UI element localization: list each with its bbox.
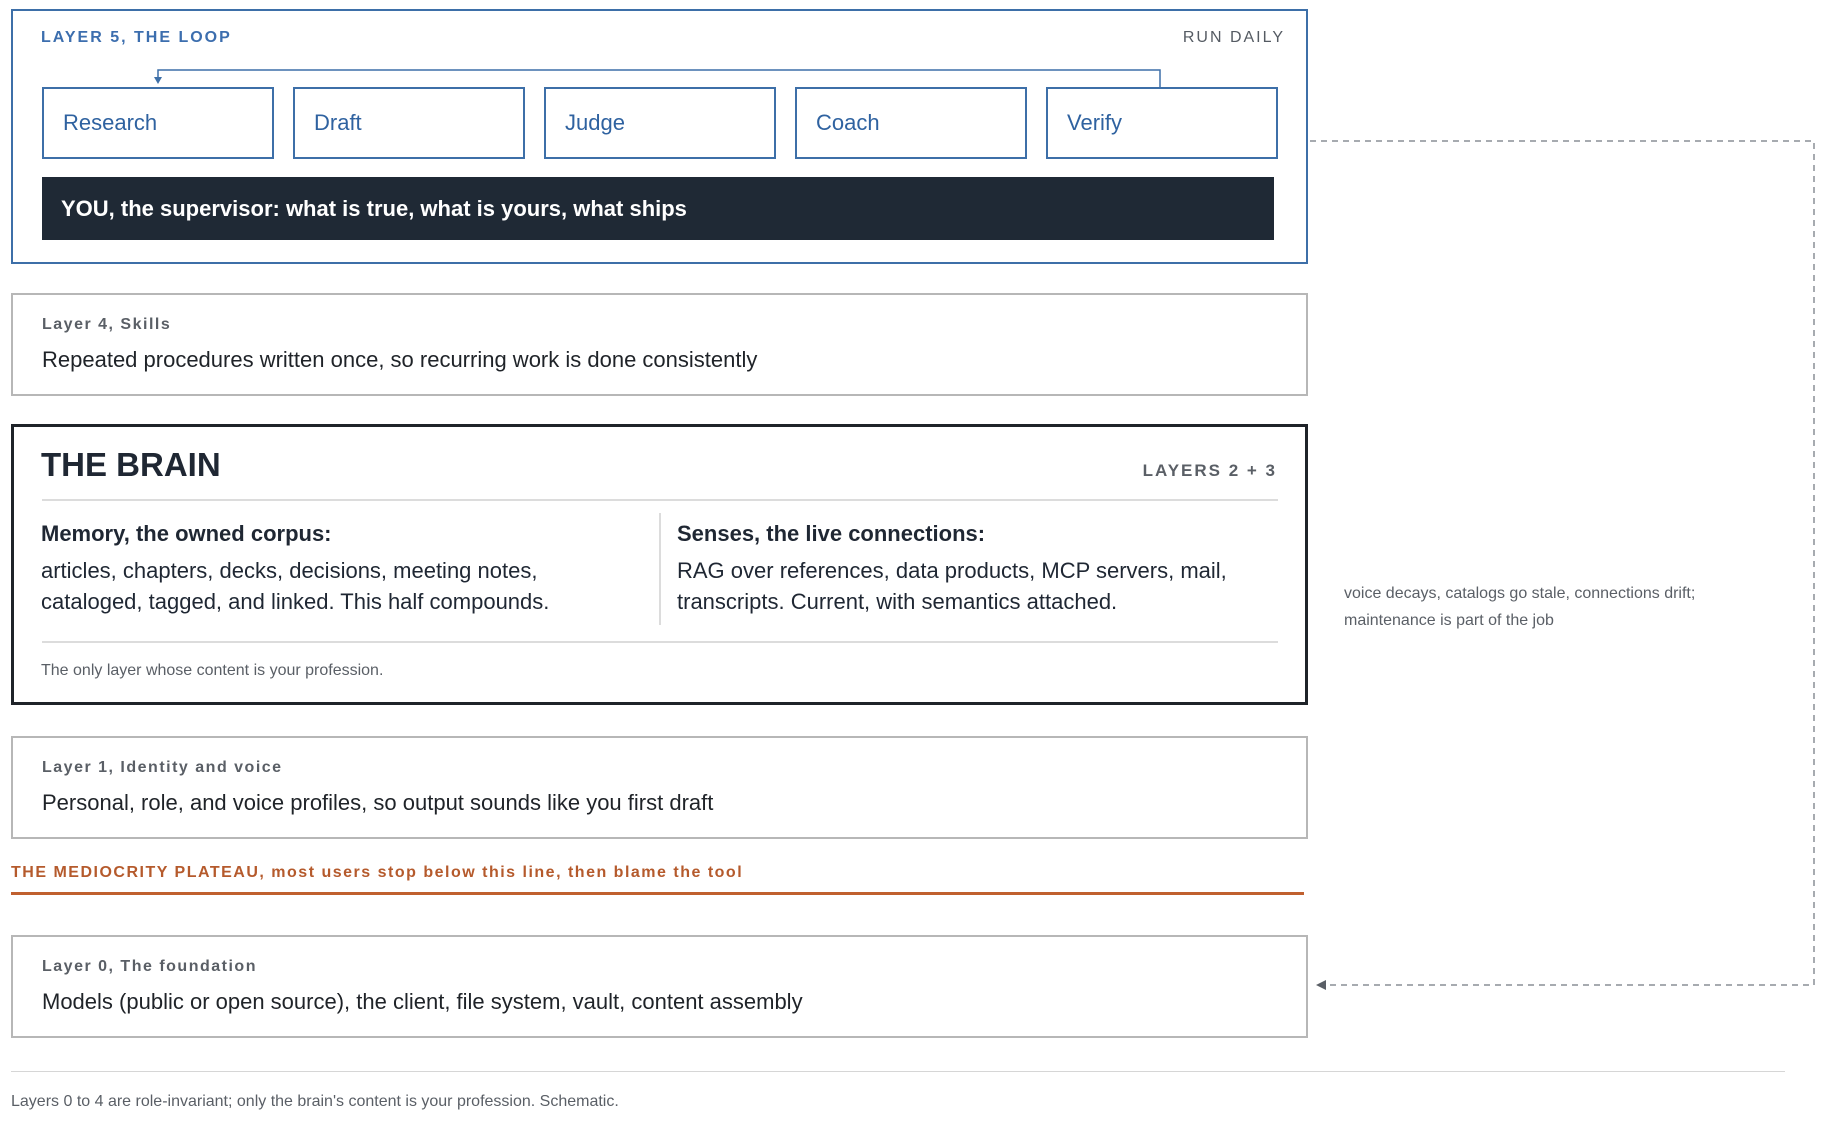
footer-divider — [11, 1071, 1785, 1072]
footer-caption: Layers 0 to 4 are role-invariant; only t… — [11, 1093, 619, 1110]
maintenance-arrow — [1310, 140, 1815, 990]
maintenance-note: voice decays, catalogs go stale, connect… — [1344, 585, 1696, 629]
